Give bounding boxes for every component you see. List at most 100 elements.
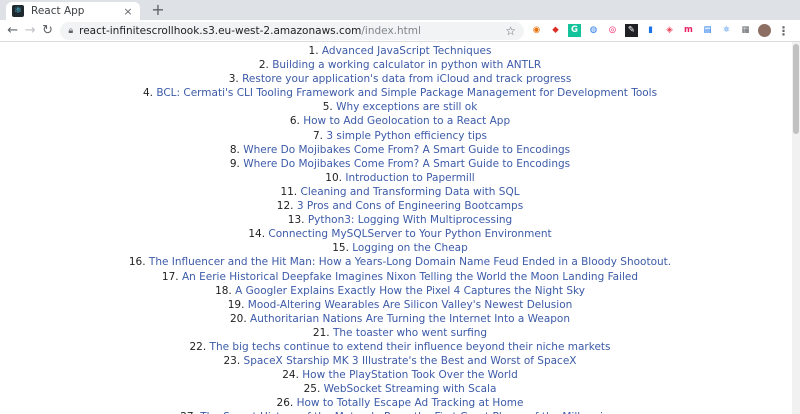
avatar[interactable]: [757, 24, 771, 37]
new-tab-button[interactable]: +: [150, 1, 166, 19]
list-item-number: 13.: [287, 214, 305, 227]
article-link[interactable]: Connecting MySQLServer to Your Python En…: [268, 228, 551, 240]
article-link[interactable]: How to Totally Escape Ad Tracking at Hom…: [297, 397, 524, 409]
target-icon[interactable]: ◎: [605, 24, 619, 37]
list-item: 13. Python3: Logging With Multiprocessin…: [0, 213, 800, 227]
list-item-number: 16.: [128, 256, 146, 269]
article-link[interactable]: Where Do Mojibakes Come From? A Smart Gu…: [243, 158, 570, 170]
page-content: 1. Advanced JavaScript Techniques 2. Buil…: [0, 42, 800, 414]
article-link[interactable]: BCL: Cermati's CLI Tooling Framework and…: [156, 87, 657, 99]
list-item-number: 22.: [189, 340, 207, 353]
scrollbar-thumb[interactable]: [793, 44, 799, 134]
list-item-number: 23.: [223, 355, 241, 368]
list-item-number: 24.: [282, 369, 299, 382]
list-item: 26. How to Totally Escape Ad Tracking at…: [0, 396, 800, 410]
list-item-number: 18.: [215, 284, 232, 297]
list-item-number: 7.: [312, 129, 323, 142]
list-item-number: 9.: [229, 157, 240, 170]
shield-icon[interactable]: ◆: [548, 24, 562, 37]
list-item: 21. The toaster who went surfing: [0, 326, 800, 340]
reload-button[interactable]: ↻: [39, 22, 56, 40]
list-item-number: 12.: [276, 200, 294, 213]
article-link[interactable]: Building a working calculator in python …: [272, 59, 541, 71]
list-item: 8. Where Do Mojibakes Come From? A Smart…: [0, 143, 800, 157]
list-item: 5. Why exceptions are still ok: [0, 100, 800, 114]
article-link[interactable]: Advanced JavaScript Techniques: [322, 45, 492, 57]
list-item: 12. 3 Pros and Cons of Engineering Bootc…: [0, 199, 800, 213]
article-link[interactable]: SpaceX Starship MK 3 Illustrate's the Be…: [244, 355, 577, 367]
url-text[interactable]: react-infinitescrollhook.s3.eu-west-2.am…: [79, 25, 421, 37]
list-item: 24. How the PlayStation Took Over the Wo…: [0, 368, 800, 382]
list-item-number: 14.: [248, 228, 266, 241]
menu-icon[interactable]: ⋮: [777, 24, 790, 37]
article-link[interactable]: The big techs continue to extend their i…: [210, 341, 611, 353]
article-link[interactable]: Where Do Mojibakes Come From? A Smart Gu…: [243, 144, 570, 156]
article-link[interactable]: Python3: Logging With Multiprocessing: [308, 214, 512, 226]
article-link[interactable]: Logging on the Cheap: [352, 242, 468, 254]
globe-icon[interactable]: ◍: [586, 24, 600, 37]
list-item: 3. Restore your application's data from …: [0, 72, 800, 86]
article-link[interactable]: Introduction to Papermill: [345, 172, 474, 184]
edit-icon[interactable]: ✎: [624, 24, 638, 37]
article-link[interactable]: The Influencer and the Hit Man: How a Ye…: [149, 256, 671, 268]
article-link[interactable]: Authoritarian Nations Are Turning the In…: [250, 313, 570, 325]
pocket-icon[interactable]: ◈: [662, 24, 676, 37]
list-item-number: 20.: [229, 312, 247, 325]
address-bar[interactable]: 🔒︎ react-infinitescrollhook.s3.eu-west-2…: [60, 21, 524, 40]
lock-icon[interactable]: 🔒︎: [68, 26, 73, 36]
list-item-number: 1.: [308, 45, 319, 57]
list-item: 2. Building a working calculator in pyth…: [0, 58, 800, 72]
bookmark-icon[interactable]: ▮: [643, 24, 657, 37]
article-link[interactable]: The toaster who went surfing: [333, 327, 487, 339]
url-host: react-infinitescrollhook.s3.eu-west-2.am…: [79, 24, 362, 37]
list-item: 20. Authoritarian Nations Are Turning th…: [0, 312, 800, 326]
forward-button[interactable]: →: [21, 22, 38, 40]
docs-icon[interactable]: ▤: [700, 24, 714, 37]
list-item-number: 4.: [142, 87, 153, 100]
list-item: 4. BCL: Cermati's CLI Tooling Framework …: [0, 86, 800, 100]
tab-strip: ⚛ React App × +: [0, 0, 800, 20]
list-item: 17. An Eerie Historical Deepfake Imagine…: [0, 270, 800, 284]
article-link[interactable]: An Eerie Historical Deepfake Imagines Ni…: [182, 271, 638, 283]
article-link[interactable]: 3 Pros and Cons of Engineering Bootcamps: [297, 200, 523, 212]
list-item: 1. Advanced JavaScript Techniques: [0, 44, 800, 58]
list-item-number: 19.: [227, 298, 245, 311]
list-item: 10. Introduction to Papermill: [0, 171, 800, 185]
tab-title: React App: [31, 5, 85, 17]
article-link[interactable]: Restore your application's data from iCl…: [242, 73, 571, 85]
list-item-number: 25.: [303, 383, 321, 396]
firefox-like-icon[interactable]: ◉: [529, 24, 543, 37]
list-item: 7. 3 simple Python efficiency tips: [0, 129, 800, 143]
grammarly-icon[interactable]: G: [567, 24, 581, 37]
list-item: 9. Where Do Mojibakes Come From? A Smart…: [0, 157, 800, 171]
medium-icon[interactable]: m: [681, 24, 695, 37]
article-link[interactable]: 3 simple Python efficiency tips: [326, 130, 487, 142]
article-link[interactable]: How to Add Geolocation to a React App: [303, 115, 510, 127]
url-path: /index.html: [361, 24, 421, 37]
article-link[interactable]: WebSocket Streaming with Scala: [324, 383, 497, 395]
bookmark-star-icon[interactable]: ☆: [505, 24, 516, 38]
list-item: 16. The Influencer and the Hit Man: How …: [0, 255, 800, 269]
list-item: 23. SpaceX Starship MK 3 Illustrate's th…: [0, 354, 800, 368]
article-link[interactable]: Mood-Altering Wearables Are Silicon Vall…: [248, 299, 573, 311]
list-item: 27. The Secret History of the Motorola R…: [0, 410, 800, 414]
atom-icon[interactable]: ⚛: [719, 24, 733, 37]
list-item-number: 6.: [289, 115, 300, 128]
grid-icon[interactable]: ▦: [738, 24, 752, 37]
extensions-bar: ◉ ◆ G ◍ ◎ ✎ ▮ ◈ m ▤ ⚛ ▦ ⋮: [529, 24, 796, 37]
react-icon: ⚛: [12, 5, 24, 17]
back-button[interactable]: ←: [4, 22, 21, 40]
close-icon[interactable]: ×: [122, 5, 134, 18]
article-link[interactable]: Why exceptions are still ok: [336, 101, 477, 113]
list-item: 25. WebSocket Streaming with Scala: [0, 382, 800, 396]
list-item-number: 17.: [161, 270, 179, 283]
list-item: 18. A Googler Explains Exactly How the P…: [0, 284, 800, 298]
list-item-number: 21.: [312, 326, 330, 339]
article-link[interactable]: A Googler Explains Exactly How the Pixel…: [235, 285, 585, 297]
list-item-number: 8.: [229, 143, 240, 156]
article-link[interactable]: Cleaning and Transforming Data with SQL: [300, 186, 519, 198]
list-item-number: 3.: [228, 73, 239, 86]
article-link[interactable]: How the PlayStation Took Over the World: [302, 369, 518, 381]
tab-react-app[interactable]: ⚛ React App ×: [6, 2, 140, 20]
list-item-number: 11.: [280, 185, 298, 198]
